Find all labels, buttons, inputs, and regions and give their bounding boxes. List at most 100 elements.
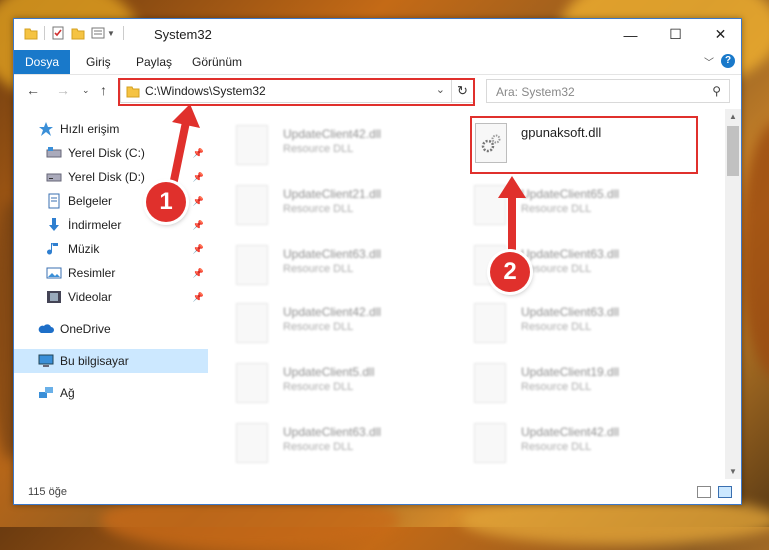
list-item[interactable]: UpdateClient21.dll Resource DLL (209, 179, 437, 235)
tab-share[interactable]: Paylaş (126, 50, 182, 74)
forward-arrow-icon[interactable]: → (56, 82, 70, 98)
quick-access-toolbar: ▼ (24, 26, 124, 40)
help-button[interactable]: ? (721, 54, 735, 68)
tab-home[interactable]: Giriş (76, 50, 121, 74)
divider (122, 26, 124, 40)
dll-file-icon (474, 363, 506, 403)
details-view-icon[interactable] (697, 486, 711, 498)
list-item[interactable]: UpdateClient63.dll Resource DLL (447, 239, 675, 295)
view-options-icon[interactable] (91, 26, 105, 40)
file-name: UpdateClient42.dll (283, 305, 382, 319)
list-item[interactable]: UpdateClient65.dll Resource DLL (447, 179, 675, 235)
dll-file-icon (236, 245, 268, 285)
file-type: Resource DLL (283, 143, 354, 155)
item-count: 115 öğe (28, 486, 67, 498)
sidebar-item-network[interactable]: Ağ (14, 381, 208, 405)
title-bar: ▼ System32 — ☐ ✕ (14, 19, 741, 50)
file-type: Resource DLL (521, 263, 592, 275)
pin-icon: 📌 (192, 267, 204, 278)
properties-icon[interactable] (51, 26, 65, 40)
step-1-badge: 1 (146, 182, 186, 222)
recent-locations-icon[interactable]: ⌄ (82, 85, 90, 96)
sidebar-item-local-disk-c[interactable]: Yerel Disk (C:) 📌 (14, 141, 208, 165)
dll-file-icon (236, 185, 268, 225)
file-type: Resource DLL (521, 203, 592, 215)
drive-icon (46, 169, 62, 185)
vertical-scrollbar[interactable]: ▲ ▼ (725, 109, 741, 479)
large-icons-view-icon[interactable] (718, 486, 732, 498)
list-item[interactable]: UpdateClient5.dll Resource DLL (209, 357, 437, 413)
file-type: Resource DLL (283, 441, 354, 453)
file-name: UpdateClient42.dll (283, 127, 382, 141)
sidebar-item-local-disk-d[interactable]: Yerel Disk (D:) 📌 (14, 165, 208, 189)
file-type: Resource DLL (283, 263, 354, 275)
music-icon (46, 241, 62, 257)
sidebar-item-label: Yerel Disk (D:) (68, 170, 145, 184)
sidebar-item-label: Belgeler (68, 194, 113, 208)
list-item[interactable]: UpdateClient42.dll Resource DLL (447, 417, 675, 473)
network-icon (38, 385, 54, 401)
list-item[interactable]: UpdateClient42.dll Resource DLL (209, 119, 437, 175)
sidebar-item-music[interactable]: Müzik 📌 (14, 237, 208, 261)
file-name: UpdateClient42.dll (521, 425, 620, 439)
sidebar-item-label: İndirmeler (68, 218, 122, 232)
file-type: Resource DLL (283, 381, 354, 393)
sidebar-item-this-pc[interactable]: Bu bilgisayar (14, 349, 208, 373)
sidebar-item-label: Bu bilgisayar (60, 354, 129, 368)
list-item[interactable]: UpdateClient63.dll Resource DLL (209, 239, 437, 295)
customize-dropdown-icon[interactable]: ▼ (107, 29, 115, 38)
cloud-icon (38, 321, 54, 337)
divider (44, 26, 45, 40)
dll-file-icon (474, 185, 506, 225)
tab-view[interactable]: Görünüm (182, 50, 252, 74)
computer-icon (38, 353, 54, 369)
file-type: Resource DLL (521, 441, 592, 453)
scroll-up-icon[interactable]: ▲ (729, 112, 737, 121)
navigation-pane: Hızlı erişim Yerel Disk (C:) 📌 Yerel Dis… (14, 109, 208, 479)
star-icon (38, 121, 54, 137)
sidebar-item-onedrive[interactable]: OneDrive (14, 317, 208, 341)
new-folder-icon[interactable] (71, 26, 85, 40)
sidebar-item-quick-access[interactable]: Hızlı erişim (14, 117, 208, 141)
maximize-button[interactable]: ☐ (653, 19, 698, 50)
sidebar-item-videos[interactable]: Videolar 📌 (14, 285, 208, 309)
dll-file-icon (236, 125, 268, 165)
address-highlight-box (118, 78, 475, 106)
pin-icon: 📌 (192, 243, 204, 254)
scrollbar-thumb[interactable] (727, 126, 739, 176)
folder-icon (24, 28, 38, 40)
documents-icon (46, 193, 62, 209)
file-name: UpdateClient63.dll (283, 247, 382, 261)
dll-file-icon (474, 303, 506, 343)
file-type: Resource DLL (283, 321, 354, 333)
ribbon-expand-icon[interactable]: ﹀ (704, 54, 714, 69)
ribbon-tabs: Dosya Giriş Paylaş Görünüm ﹀ ? (14, 50, 741, 75)
close-button[interactable]: ✕ (698, 19, 743, 50)
list-item[interactable]: UpdateClient42.dll Resource DLL (209, 297, 437, 353)
list-item[interactable]: UpdateClient63.dll Resource DLL (447, 297, 675, 353)
pin-icon: 📌 (192, 195, 204, 206)
list-item[interactable]: UpdateClient19.dll Resource DLL (447, 357, 675, 413)
dll-file-icon (236, 303, 268, 343)
list-item[interactable]: UpdateClient63.dll Resource DLL (209, 417, 437, 473)
search-input[interactable]: Ara: System32 ⚲ (486, 79, 730, 103)
pin-icon: 📌 (192, 219, 204, 230)
scroll-down-icon[interactable]: ▼ (729, 467, 737, 476)
dll-file-icon (236, 423, 268, 463)
dll-file-icon (474, 423, 506, 463)
sidebar-item-label: Resimler (68, 266, 116, 280)
minimize-button[interactable]: — (608, 19, 653, 50)
sidebar-item-pictures[interactable]: Resimler 📌 (14, 261, 208, 285)
sidebar-item-label: Videolar (68, 290, 112, 304)
pin-icon: 📌 (192, 171, 204, 182)
up-arrow-icon[interactable]: ↑ (100, 82, 107, 98)
download-icon (46, 217, 62, 233)
tab-file[interactable]: Dosya (14, 50, 70, 74)
drive-icon (46, 145, 62, 161)
search-icon: ⚲ (712, 84, 721, 98)
sidebar-item-label: Ağ (60, 386, 75, 400)
sidebar-item-label: Müzik (68, 242, 100, 256)
pin-icon: 📌 (192, 147, 204, 158)
back-arrow-icon[interactable]: ← (26, 82, 40, 98)
status-bar: 115 öğe (14, 481, 741, 505)
